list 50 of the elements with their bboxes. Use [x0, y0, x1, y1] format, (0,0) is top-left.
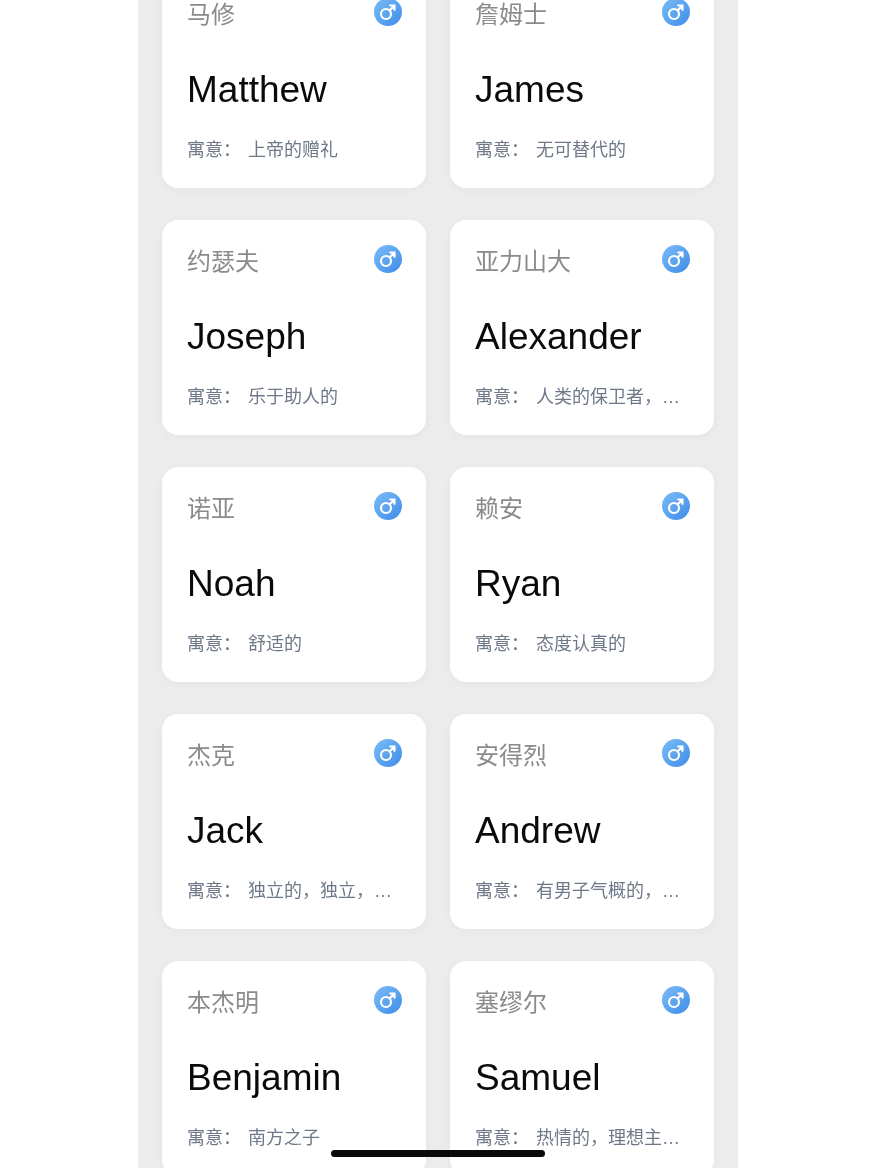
english-name: Alexander: [475, 315, 642, 359]
name-card[interactable]: 赖安 Ryan 寓意： 态度认真的: [450, 467, 714, 682]
meaning-text: 南方之子: [248, 1127, 320, 1150]
english-name: Jack: [187, 809, 264, 853]
english-name: Samuel: [475, 1056, 601, 1100]
meaning-text: 舒适的: [248, 633, 302, 656]
meaning-label: 寓意：: [475, 139, 529, 162]
name-card[interactable]: 詹姆士 James 寓意： 无可替代的: [450, 0, 714, 188]
chinese-name: 詹姆士: [475, 1, 547, 29]
english-name: Andrew: [475, 809, 601, 853]
meaning-label: 寓意：: [475, 1127, 529, 1150]
meaning-text: 人类的保卫者，…: [536, 386, 680, 409]
chinese-name: 亚力山大: [475, 248, 571, 276]
name-card[interactable]: 诺亚 Noah 寓意： 舒适的: [162, 467, 426, 682]
meaning-label: 寓意：: [475, 880, 529, 903]
english-name: Joseph: [187, 315, 307, 359]
chinese-name: 安得烈: [475, 742, 547, 770]
name-card[interactable]: 亚力山大 Alexander 寓意： 人类的保卫者，…: [450, 220, 714, 435]
chinese-name: 诺亚: [187, 495, 235, 523]
meaning-text: 上帝的赠礼: [248, 139, 338, 162]
chinese-name: 约瑟夫: [187, 248, 259, 276]
name-card[interactable]: 杰克 Jack 寓意： 独立的，独立，…: [162, 714, 426, 929]
name-card[interactable]: 安得烈 Andrew 寓意： 有男子气概的，…: [450, 714, 714, 929]
meaning-text: 态度认真的: [536, 633, 626, 656]
chinese-name: 本杰明: [187, 989, 259, 1017]
meaning-text: 无可替代的: [536, 139, 626, 162]
meaning-label: 寓意：: [475, 633, 529, 656]
meaning-label: 寓意：: [187, 1127, 241, 1150]
meaning-text: 独立的，独立，…: [248, 880, 392, 903]
name-card[interactable]: 约瑟夫 Joseph 寓意： 乐于助人的: [162, 220, 426, 435]
name-card[interactable]: 塞缪尔 Samuel 寓意： 热情的，理想主…: [450, 961, 714, 1168]
chinese-name: 赖安: [475, 495, 523, 523]
name-card[interactable]: 本杰明 Benjamin 寓意： 南方之子: [162, 961, 426, 1168]
english-name: Noah: [187, 562, 276, 606]
name-card[interactable]: 马修 Matthew 寓意： 上帝的赠礼: [162, 0, 426, 188]
english-name: James: [475, 68, 584, 112]
english-name: Ryan: [475, 562, 562, 606]
meaning-label: 寓意：: [187, 386, 241, 409]
meaning-label: 寓意：: [475, 386, 529, 409]
chinese-name: 杰克: [187, 742, 235, 770]
meaning-label: 寓意：: [187, 633, 241, 656]
english-name: Matthew: [187, 68, 327, 112]
meaning-label: 寓意：: [187, 880, 241, 903]
english-name: Benjamin: [187, 1056, 342, 1100]
meaning-text: 乐于助人的: [248, 386, 338, 409]
chinese-name: 马修: [187, 1, 235, 29]
meaning-label: 寓意：: [187, 139, 241, 162]
chinese-name: 塞缪尔: [475, 989, 547, 1017]
meaning-text: 有男子气概的，…: [536, 880, 680, 903]
meaning-text: 热情的，理想主…: [536, 1127, 680, 1150]
